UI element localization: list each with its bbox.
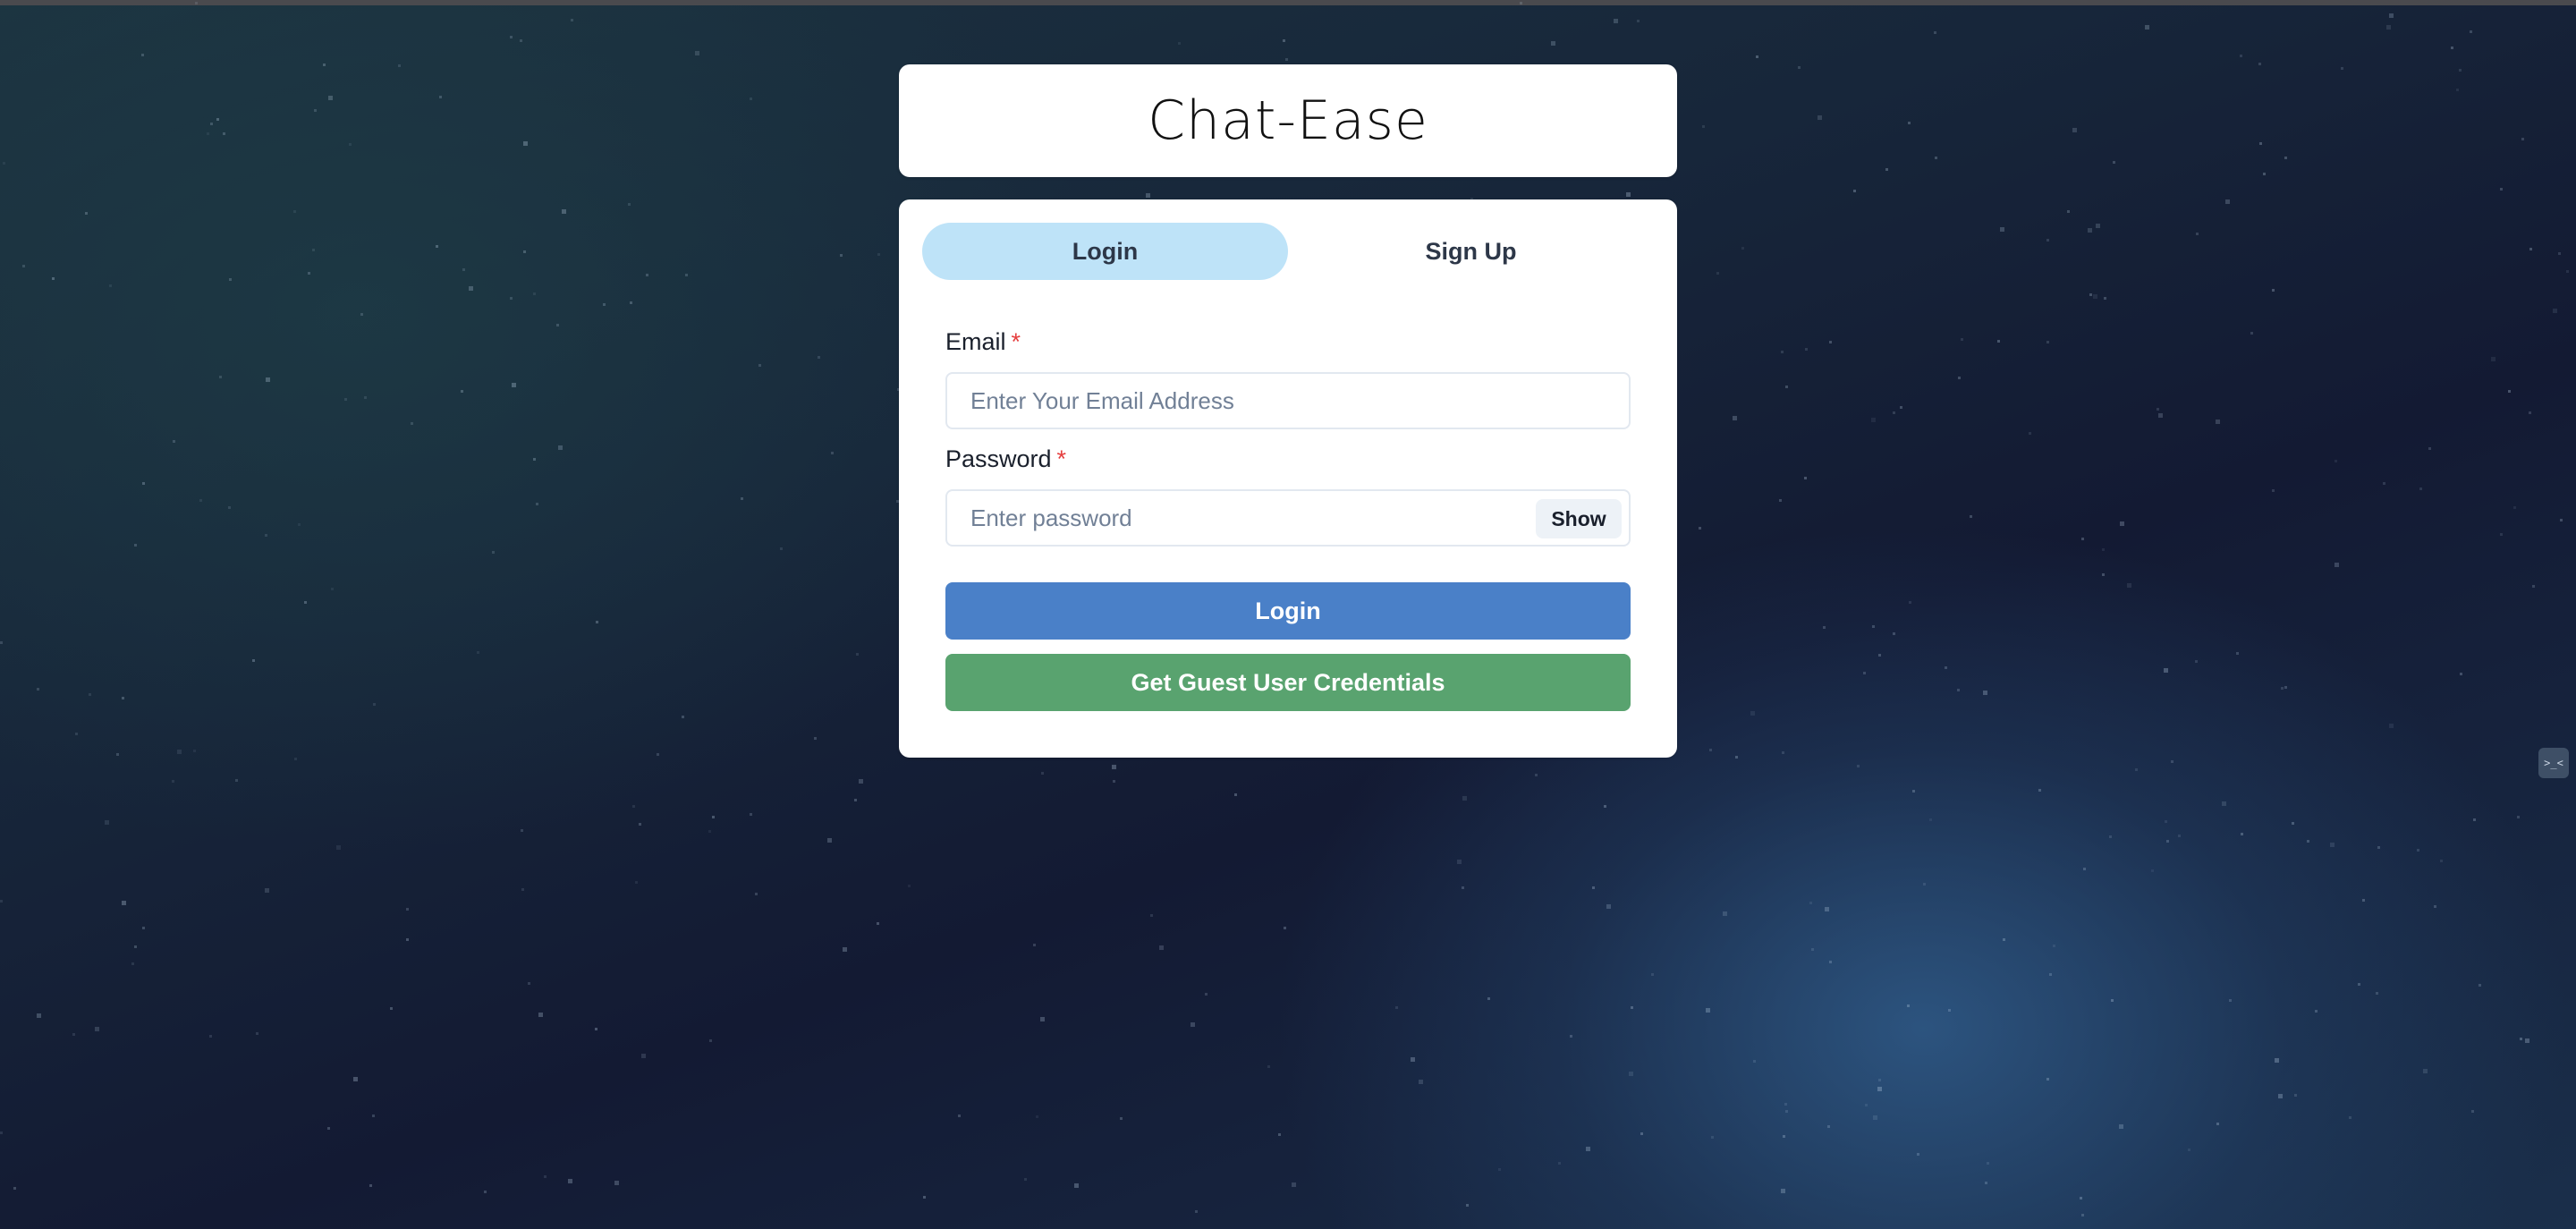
password-label-text: Password	[945, 445, 1052, 472]
guest-credentials-button[interactable]: Get Guest User Credentials	[945, 654, 1631, 711]
required-marker: *	[1056, 445, 1067, 472]
password-label: Password *	[945, 445, 1066, 473]
extension-icon[interactable]: >_<	[2538, 748, 2569, 778]
login-button[interactable]: Login	[945, 582, 1631, 640]
password-field[interactable]	[947, 491, 1629, 545]
email-field-box	[945, 372, 1631, 429]
header-card: Chat-Ease	[899, 64, 1677, 177]
show-password-button[interactable]: Show	[1536, 499, 1622, 538]
email-field[interactable]	[947, 374, 1629, 428]
password-field-box: Show	[945, 489, 1631, 547]
app-title: Chat-Ease	[1148, 89, 1428, 152]
tab-sign-up[interactable]: Sign Up	[1288, 223, 1654, 280]
email-label: Email *	[945, 328, 1021, 356]
auth-tabs: Login Sign Up	[922, 223, 1654, 280]
required-marker: *	[1011, 328, 1021, 355]
tab-login[interactable]: Login	[922, 223, 1288, 280]
auth-card: Login Sign Up Email* Password* Show Logi…	[899, 199, 1677, 758]
email-label-text: Email	[945, 328, 1006, 355]
